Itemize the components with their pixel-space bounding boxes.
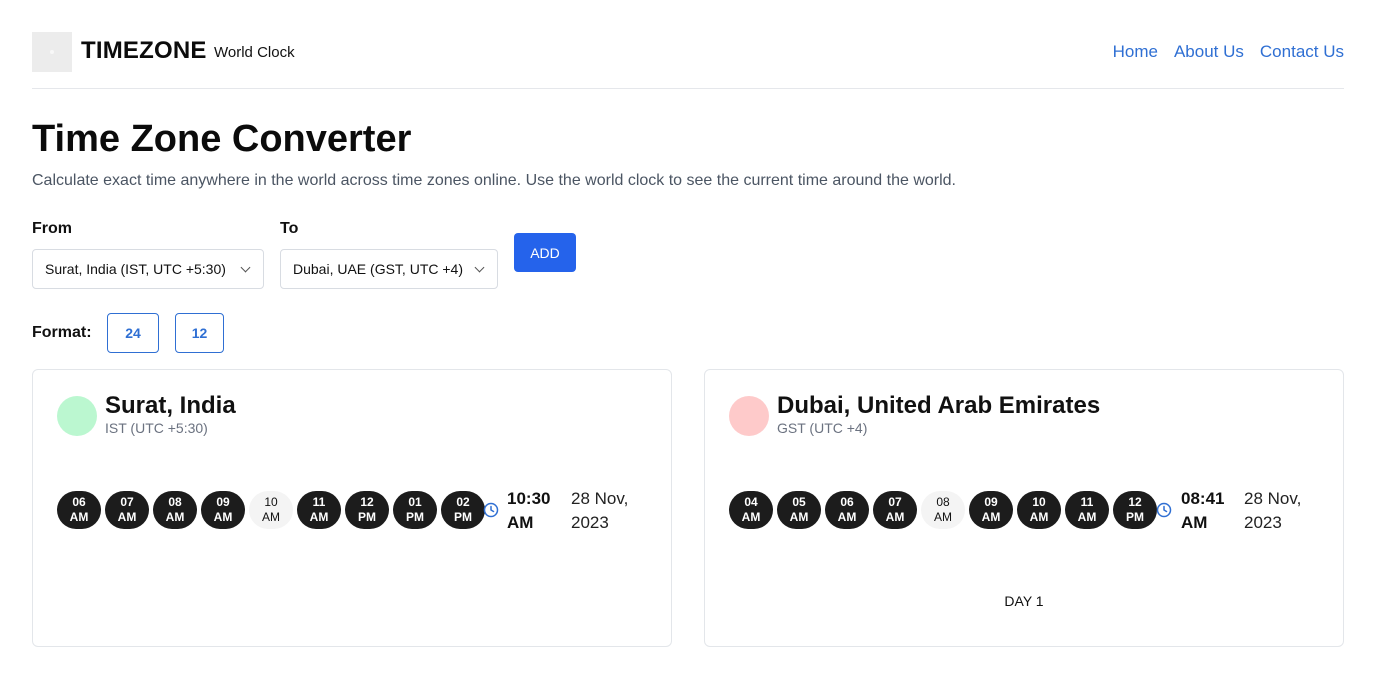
current-time: 08:41 AM — [1181, 489, 1225, 532]
hour-value: 05 — [792, 495, 806, 509]
hour-period: AM — [1029, 510, 1049, 524]
current-time: 10:30 AM — [507, 489, 551, 532]
timezone-card-dubai: Dubai, United Arab Emirates GST (UTC +4)… — [704, 369, 1344, 647]
current-hour-pill[interactable]: 08 AM — [921, 491, 965, 529]
hour-pill[interactable]: 09 AM — [969, 491, 1013, 529]
hour-value: 04 — [744, 495, 758, 509]
hour-pill[interactable]: 11 AM — [1065, 491, 1109, 529]
current-date: 28 Nov, 2023 — [1244, 489, 1302, 532]
city-avatar — [729, 396, 769, 436]
city-name: Dubai, United Arab Emirates — [777, 392, 1101, 419]
hour-value: 02 — [456, 495, 470, 509]
day-label: DAY 1 — [1004, 593, 1044, 609]
timezone-card-surat: Surat, India IST (UTC +5:30) 06 AM 07 AM 08 A… — [32, 369, 672, 647]
logo-icon[interactable] — [32, 32, 72, 72]
chevron-down-icon — [474, 262, 485, 273]
hour-pill[interactable]: 12 PM — [1113, 491, 1157, 529]
hour-period: AM — [1077, 510, 1097, 524]
hour-pill[interactable]: 05 AM — [777, 491, 821, 529]
current-hour-pill[interactable]: 10 AM — [249, 491, 293, 529]
hour-value: 06 — [840, 495, 854, 509]
site-header: TIMEZONE World Clock Home About Us Conta… — [32, 32, 1344, 89]
from-select-value: Surat, India (IST, UTC +5:30) — [45, 261, 226, 277]
from-label: From — [32, 220, 72, 237]
hour-period: AM — [981, 510, 1001, 524]
hour-period: AM — [213, 510, 233, 524]
hour-value: 06 — [72, 495, 86, 509]
nav-about-link[interactable]: About Us — [1174, 42, 1244, 62]
hour-pill[interactable]: 08 AM — [153, 491, 197, 529]
hour-pill[interactable]: 02 PM — [441, 491, 485, 529]
hour-pill[interactable]: 10 AM — [1017, 491, 1061, 529]
hour-strip: 04 AM 05 AM 06 AM 07 AM 08 AM 09 AM 10 AM 11 AM 12 PM — [729, 491, 1157, 529]
hour-value: 09 — [984, 495, 998, 509]
hour-value: 01 — [408, 495, 422, 509]
page-description: Calculate exact time anywhere in the wor… — [32, 172, 956, 189]
nav-contact-link[interactable]: Contact Us — [1260, 42, 1344, 62]
hour-pill[interactable]: 09 AM — [201, 491, 245, 529]
hour-period: AM — [789, 510, 809, 524]
to-label: To — [280, 220, 299, 237]
hour-value: 12 — [1128, 495, 1142, 509]
hour-period: AM — [309, 510, 329, 524]
city-avatar — [57, 396, 97, 436]
hour-strip: 06 AM 07 AM 08 AM 09 AM 10 AM 11 AM 12 PM 01 PM 02 PM — [57, 491, 485, 529]
hour-value: 08 — [168, 495, 182, 509]
hour-pill[interactable]: 12 PM — [345, 491, 389, 529]
format-24-button[interactable]: 24 — [107, 313, 159, 353]
hour-value: 10 — [1032, 495, 1046, 509]
hour-pill[interactable]: 07 AM — [873, 491, 917, 529]
hour-pill[interactable]: 06 AM — [57, 491, 101, 529]
clock-icon — [1156, 502, 1172, 518]
format-12-button[interactable]: 12 — [175, 313, 224, 353]
hour-value: 09 — [216, 495, 230, 509]
clock-icon — [483, 502, 499, 518]
hour-period: AM — [69, 510, 89, 524]
main-nav: Home About Us Contact Us — [1113, 42, 1344, 62]
hour-period: AM — [885, 510, 905, 524]
brand-subtitle: World Clock — [214, 44, 295, 61]
hour-period: AM — [837, 510, 857, 524]
hour-period: AM — [741, 510, 761, 524]
hour-period: PM — [358, 510, 376, 524]
city-name: Surat, India — [105, 392, 236, 419]
hour-period: AM — [934, 510, 952, 524]
hour-value: 10 — [264, 495, 278, 509]
hour-period: AM — [117, 510, 137, 524]
to-select-value: Dubai, UAE (GST, UTC +4) — [293, 261, 463, 277]
hour-period: AM — [262, 510, 280, 524]
page-title: Time Zone Converter — [32, 118, 412, 160]
nav-home-link[interactable]: Home — [1113, 42, 1158, 62]
hour-pill[interactable]: 11 AM — [297, 491, 341, 529]
hour-pill[interactable]: 07 AM — [105, 491, 149, 529]
hour-value: 07 — [120, 495, 134, 509]
add-button[interactable]: ADD — [514, 233, 576, 272]
from-select[interactable]: Surat, India (IST, UTC +5:30) — [32, 249, 264, 289]
current-date: 28 Nov, 2023 — [571, 489, 629, 532]
timezone-label: GST (UTC +4) — [777, 420, 868, 436]
hour-value: 08 — [936, 495, 950, 509]
hour-pill[interactable]: 06 AM — [825, 491, 869, 529]
hour-period: PM — [1126, 510, 1144, 524]
hour-pill[interactable]: 01 PM — [393, 491, 437, 529]
hour-period: PM — [406, 510, 424, 524]
to-select[interactable]: Dubai, UAE (GST, UTC +4) — [280, 249, 498, 289]
hour-value: 07 — [888, 495, 902, 509]
hour-period: AM — [165, 510, 185, 524]
format-label: Format: — [32, 324, 92, 341]
timezone-label: IST (UTC +5:30) — [105, 420, 208, 436]
brand-name[interactable]: TIMEZONE — [81, 37, 207, 65]
hour-value: 11 — [1080, 495, 1094, 509]
chevron-down-icon — [240, 262, 251, 273]
hour-period: PM — [454, 510, 472, 524]
hour-value: 11 — [312, 495, 326, 509]
hour-value: 12 — [360, 495, 374, 509]
hour-pill[interactable]: 04 AM — [729, 491, 773, 529]
